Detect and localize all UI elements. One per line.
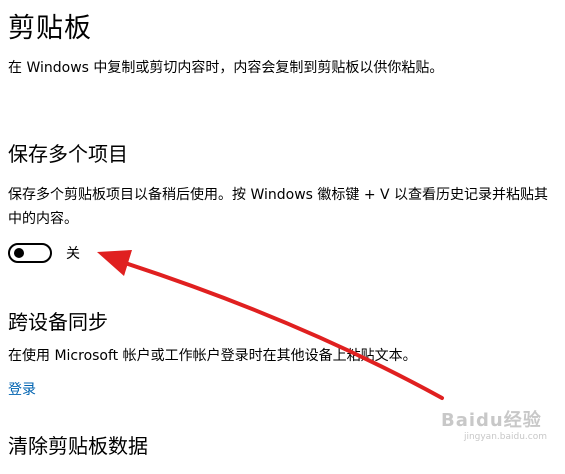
sync-section-title: 跨设备同步 xyxy=(8,310,108,334)
history-section-title: 保存多个项目 xyxy=(8,142,128,166)
page-title: 剪贴板 xyxy=(8,13,92,44)
login-link[interactable]: 登录 xyxy=(8,379,36,399)
baidu-watermark-url: jingyan.baidu.com xyxy=(463,432,547,442)
annotation-arrow-shaft xyxy=(120,260,444,400)
sync-description: 在使用 Microsoft 帐户或工作帐户登录时在其他设备上粘贴文本。 xyxy=(8,348,417,364)
clipboard-intro-text: 在 Windows 中复制或剪切内容时，内容会复制到剪贴板以供你粘贴。 xyxy=(8,60,444,76)
clear-section-title: 清除剪贴板数据 xyxy=(8,434,148,458)
toggle-state-label: 关 xyxy=(66,246,80,262)
history-toggle-switch[interactable] xyxy=(8,243,52,263)
history-toggle-row: 关 xyxy=(8,242,80,264)
annotation-arrow-head xyxy=(97,250,132,276)
history-description: 保存多个剪贴板项目以备稍后使用。按 Windows 徽标键 + V 以查看历史记… xyxy=(8,187,549,227)
toggle-knob xyxy=(14,248,24,258)
